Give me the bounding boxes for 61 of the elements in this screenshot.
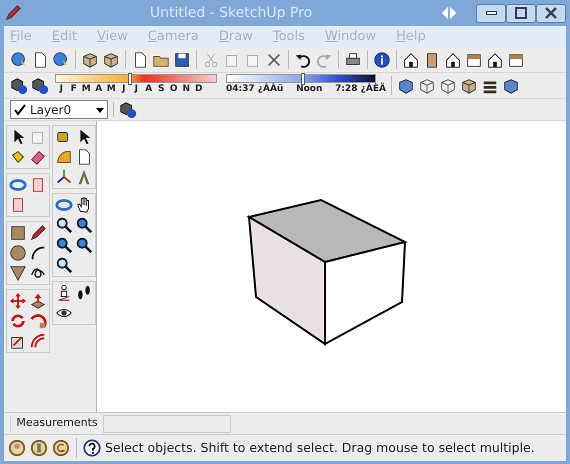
- menu-item[interactable]: Window: [324, 26, 376, 46]
- time-label: 04:37 ¿ÀÀü: [226, 83, 284, 96]
- menu-item[interactable]: Help: [396, 26, 426, 46]
- pencil-icon[interactable]: [29, 224, 47, 242]
- hidden-line-cube-icon[interactable]: [439, 76, 457, 94]
- zoom-window-icon[interactable]: [75, 216, 93, 234]
- caret-icon: [96, 106, 104, 114]
- save-icon[interactable]: [173, 50, 191, 68]
- app-pencil-icon: [4, 4, 22, 22]
- info-icon[interactable]: [373, 50, 391, 68]
- move-icon[interactable]: [9, 292, 27, 310]
- help-icon[interactable]: [83, 439, 101, 457]
- time-label: Noon: [296, 83, 322, 96]
- time-label: 7:28 ¿ÀÈÄ: [335, 83, 386, 96]
- month-label: M: [106, 83, 117, 96]
- month-label: N: [181, 83, 192, 96]
- close-button[interactable]: [536, 4, 566, 22]
- status-text: Select objects. Shift to extend select. Drag mouse to select multiple.: [105, 438, 535, 457]
- restore-button[interactable]: [506, 4, 536, 22]
- paint-bucket-icon[interactable]: [9, 148, 27, 166]
- menu-item[interactable]: Edit: [52, 26, 77, 46]
- measurements-field[interactable]: [103, 414, 231, 432]
- menu-item[interactable]: Draw: [218, 26, 253, 46]
- window-title: Untitled - SketchUp Pro: [148, 4, 314, 22]
- menu-item[interactable]: Camera: [148, 26, 199, 46]
- menu-item[interactable]: View: [96, 26, 128, 46]
- house-icon[interactable]: [402, 50, 420, 68]
- protractor-icon[interactable]: [55, 148, 73, 166]
- month-label: A: [144, 83, 154, 96]
- wireframe-cube-icon[interactable]: [418, 76, 436, 94]
- axes-icon[interactable]: [55, 168, 73, 186]
- restore-icon: [515, 7, 527, 19]
- menu-item[interactable]: Tools: [272, 26, 305, 46]
- polygon-icon[interactable]: [9, 264, 27, 282]
- zoom-icon[interactable]: [55, 216, 73, 234]
- arc-icon[interactable]: [29, 244, 47, 262]
- month-label: J: [58, 83, 64, 96]
- slider-thumb[interactable]: [300, 73, 305, 86]
- footprints-icon[interactable]: [75, 284, 93, 302]
- push-pull-icon[interactable]: [29, 292, 47, 310]
- month-label: M: [80, 83, 92, 96]
- layer-dropdown[interactable]: Layer0: [10, 100, 108, 119]
- minimize-icon: [486, 11, 496, 15]
- month-label: J: [120, 83, 126, 96]
- month-label: D: [194, 83, 204, 96]
- slider-thumb[interactable]: [128, 73, 132, 86]
- month-label: S: [157, 83, 166, 96]
- month-label: O: [168, 83, 179, 96]
- house-front-icon[interactable]: [444, 50, 462, 68]
- rectangle-icon[interactable]: [9, 224, 27, 242]
- eraser-icon[interactable]: [29, 148, 47, 166]
- month-label: J: [133, 83, 139, 96]
- shaded-cube-icon[interactable]: [460, 76, 478, 94]
- circle-icon[interactable]: [9, 244, 27, 262]
- month-label: F: [70, 83, 78, 96]
- month-label: A: [94, 83, 104, 96]
- minimize-button[interactable]: [476, 4, 506, 22]
- menu-item[interactable]: File: [10, 26, 32, 46]
- house-outline-icon[interactable]: [486, 50, 504, 68]
- rotate-icon[interactable]: [9, 312, 27, 330]
- close-icon: [545, 7, 557, 19]
